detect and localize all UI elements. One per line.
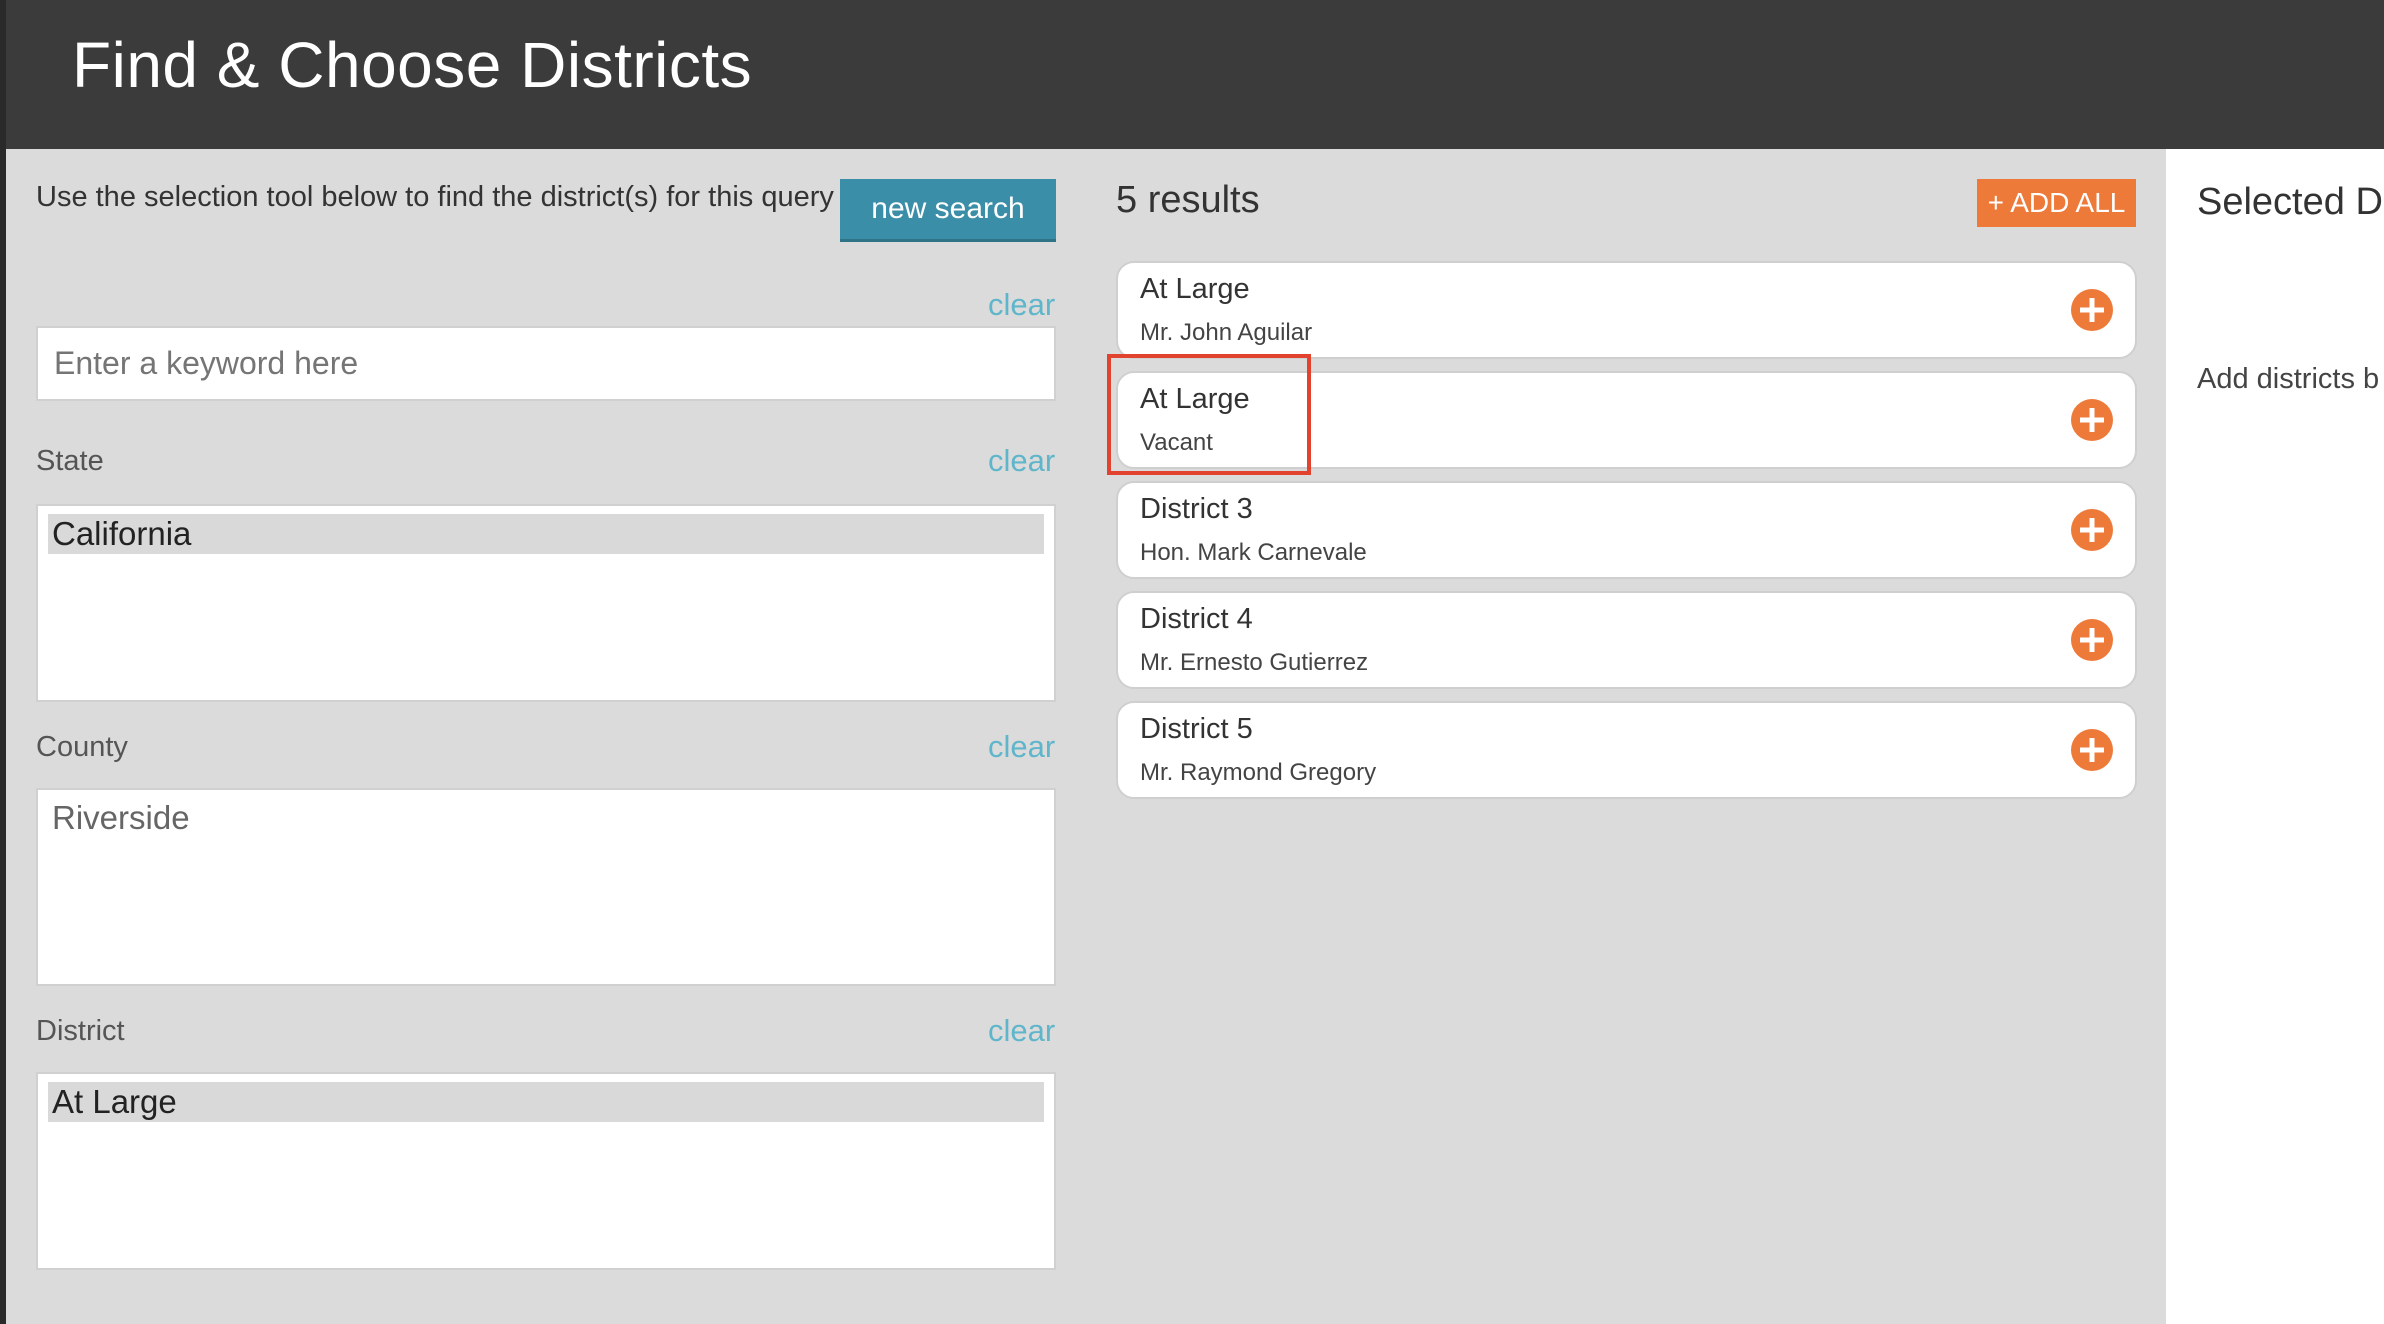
clear-district-link[interactable]: clear: [988, 1013, 1055, 1049]
add-all-button[interactable]: + ADD ALL: [1977, 179, 2136, 227]
add-circle-icon[interactable]: [2071, 509, 2113, 551]
add-circle-icon[interactable]: [2071, 399, 2113, 441]
county-label: County: [36, 731, 128, 763]
results-count: 5 results: [1116, 179, 1260, 221]
clear-county-link[interactable]: clear: [988, 729, 1055, 765]
selected-districts-panel: Selected Dis Add districts b: [2166, 149, 2384, 1324]
add-circle-icon[interactable]: [2071, 289, 2113, 331]
add-circle-icon[interactable]: [2071, 619, 2113, 661]
result-title: District 4: [1140, 603, 1253, 635]
instructions-text: Use the selection tool below to find the…: [36, 181, 834, 213]
county-listbox[interactable]: Riverside: [36, 788, 1056, 986]
selected-panel-title: Selected Dis: [2197, 181, 2384, 223]
state-option-selected[interactable]: California: [48, 514, 1044, 554]
result-representative: Mr. Raymond Gregory: [1140, 759, 1377, 786]
result-title: At Large: [1140, 383, 1250, 415]
county-option[interactable]: Riverside: [48, 798, 1044, 838]
result-item[interactable]: District 5 Mr. Raymond Gregory: [1116, 701, 2137, 799]
result-representative: Mr. John Aguilar: [1140, 319, 1313, 346]
result-item[interactable]: District 4 Mr. Ernesto Gutierrez: [1116, 591, 2137, 689]
clear-state-link[interactable]: clear: [988, 443, 1055, 479]
main-content: Use the selection tool below to find the…: [6, 149, 2166, 1324]
clear-keyword-link[interactable]: clear: [988, 287, 1055, 323]
result-representative: Hon. Mark Carnevale: [1140, 539, 1367, 566]
state-listbox[interactable]: California: [36, 504, 1056, 702]
district-listbox[interactable]: At Large: [36, 1072, 1056, 1270]
district-label: District: [36, 1015, 125, 1047]
result-representative: Vacant: [1140, 429, 1213, 456]
new-search-button[interactable]: new search: [840, 179, 1056, 242]
page-title: Find & Choose Districts: [72, 29, 753, 101]
result-title: District 3: [1140, 493, 1253, 525]
result-representative: Mr. Ernesto Gutierrez: [1140, 649, 1369, 676]
add-circle-icon[interactable]: [2071, 729, 2113, 771]
page-header: Find & Choose Districts: [6, 0, 2384, 149]
result-item[interactable]: At Large Vacant: [1116, 371, 2137, 469]
result-item[interactable]: At Large Mr. John Aguilar: [1116, 261, 2137, 359]
result-item[interactable]: District 3 Hon. Mark Carnevale: [1116, 481, 2137, 579]
keyword-input[interactable]: [36, 326, 1056, 401]
district-option-selected[interactable]: At Large: [48, 1082, 1044, 1122]
result-title: At Large: [1140, 273, 1250, 305]
selected-panel-hint: Add districts b: [2197, 363, 2380, 395]
result-title: District 5: [1140, 713, 1253, 745]
state-label: State: [36, 445, 104, 477]
